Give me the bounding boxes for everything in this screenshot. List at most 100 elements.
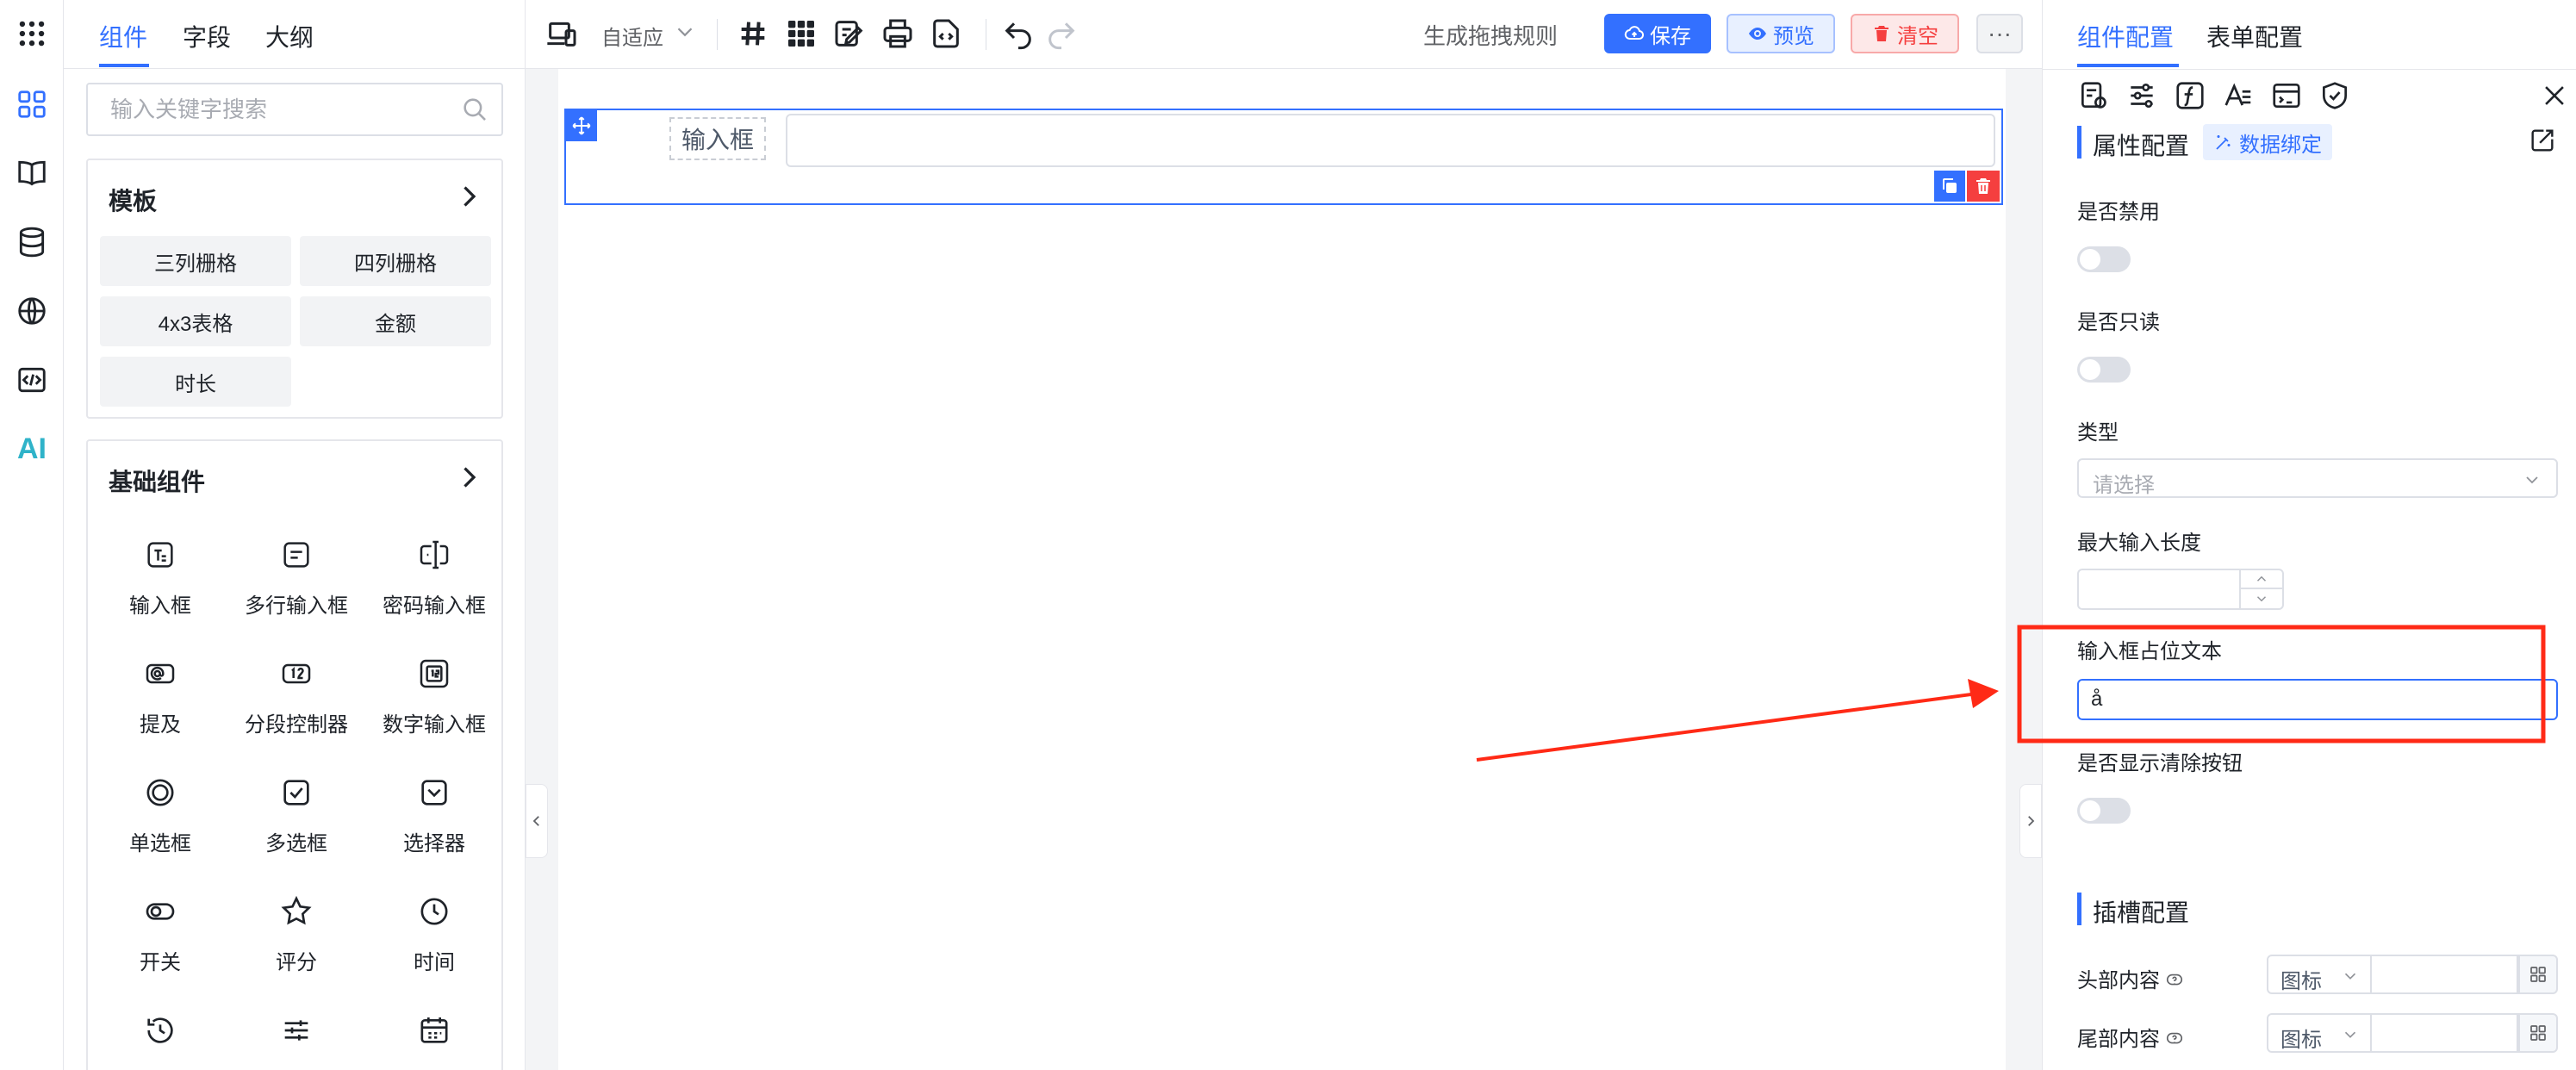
slot-header-input[interactable]	[2370, 955, 2518, 994]
delete-item-button[interactable]	[1967, 171, 2000, 202]
selected-form-item[interactable]: 输入框	[564, 109, 2003, 205]
cloud-upload-icon	[1624, 26, 1645, 40]
component-checkbox[interactable]: 多选框	[227, 770, 365, 874]
component-switch[interactable]: 开关	[91, 889, 229, 992]
search-icon[interactable]	[460, 95, 489, 124]
type-label: 类型	[2077, 421, 2119, 445]
component-rate[interactable]: 评分	[227, 889, 365, 992]
shield-check-icon[interactable]	[2318, 79, 2351, 112]
slot-header-text: 头部内容	[2077, 969, 2160, 992]
form-settings-icon[interactable]	[2077, 79, 2110, 112]
book-icon[interactable]	[12, 153, 52, 193]
tab-outline[interactable]: 大纲	[265, 19, 314, 53]
component-input[interactable]: 输入框	[91, 532, 229, 636]
ai-icon[interactable]: AI	[12, 429, 52, 469]
adjust-icon[interactable]	[2125, 79, 2158, 112]
edit-note-icon[interactable]	[832, 16, 867, 51]
text-style-icon[interactable]	[2222, 79, 2255, 112]
copy-item-button[interactable]	[1934, 171, 1965, 202]
chevron-left-icon	[532, 816, 539, 826]
component-slider[interactable]	[227, 1008, 365, 1060]
apps-grid-icon[interactable]	[784, 16, 818, 51]
preview-button[interactable]: 预览	[1727, 14, 1835, 53]
database-icon[interactable]	[12, 222, 52, 262]
search-input[interactable]	[88, 84, 450, 134]
template-duration[interactable]: 时长	[100, 357, 291, 407]
component-password[interactable]: 密码输入框	[365, 532, 503, 636]
toolbar-divider	[717, 19, 718, 50]
top-toolbar: 自适应 生成拖拽规则 保存 预览 清空 ···	[526, 0, 2042, 69]
app-grid-icon[interactable]	[12, 14, 52, 53]
star-icon	[281, 895, 312, 925]
template-amount[interactable]: 金额	[300, 296, 491, 346]
chevron-down-icon[interactable]	[672, 19, 698, 45]
field-label[interactable]: 输入框	[669, 117, 766, 160]
generate-rules-link[interactable]: 生成拖拽规则	[1423, 19, 1558, 51]
component-time-range[interactable]	[91, 1008, 229, 1060]
tab-form-config[interactable]: 表单配置	[2206, 19, 2303, 53]
template-four-column[interactable]: 四列栅格	[300, 236, 491, 286]
config-panel: 组件配置 表单配置 属性配置 数据绑定 是否禁用 是否只读 类型 请选择 最大输…	[2042, 0, 2576, 1070]
component-mention[interactable]: 提及	[91, 651, 229, 755]
clear-button[interactable]: 清空	[1851, 14, 1959, 53]
readonly-toggle[interactable]	[2077, 357, 2131, 383]
collapse-left-handle[interactable]	[526, 784, 548, 858]
maxlength-stepper[interactable]	[2239, 570, 2282, 608]
terminal-window-icon[interactable]	[2270, 79, 2303, 112]
component-time[interactable]: 时间	[365, 889, 503, 992]
question-icon[interactable]	[2165, 971, 2184, 990]
slot-footer-picker[interactable]	[2518, 1013, 2558, 1053]
chevron-right-icon[interactable]	[453, 462, 484, 493]
template-table-4x3[interactable]: 4x3表格	[100, 296, 291, 346]
globe-icon[interactable]	[12, 291, 52, 331]
adaptive-select[interactable]: 自适应	[601, 21, 663, 51]
template-group: 模板 三列栅格 四列栅格 4x3表格 金额 时长	[86, 159, 503, 419]
close-icon[interactable]	[2540, 81, 2569, 110]
disabled-toggle[interactable]	[2077, 246, 2131, 272]
placeholder-text-input[interactable]	[2079, 681, 2556, 719]
slot-header-select[interactable]: 图标	[2267, 955, 2372, 994]
increment-button[interactable]	[2241, 570, 2282, 589]
file-code-icon[interactable]	[929, 16, 963, 51]
print-icon[interactable]	[880, 16, 915, 51]
undo-icon[interactable]	[1001, 16, 1036, 51]
components-icon[interactable]	[12, 84, 52, 124]
collapse-right-handle[interactable]	[2019, 784, 2042, 858]
data-binding-button[interactable]: 数据绑定	[2203, 124, 2332, 160]
component-date[interactable]	[365, 1008, 503, 1060]
slot-footer-select[interactable]: 图标	[2267, 1013, 2372, 1053]
component-textarea[interactable]: 多行输入框	[227, 532, 365, 636]
device-icon[interactable]	[544, 16, 579, 51]
redo-icon[interactable]	[1044, 16, 1079, 51]
placeholder-text-field[interactable]	[2077, 679, 2558, 720]
template-three-column[interactable]: 三列栅格	[100, 236, 291, 286]
segmented-icon	[282, 663, 311, 684]
chevron-right-icon[interactable]	[453, 181, 484, 212]
design-canvas[interactable]	[558, 69, 2006, 1070]
code-icon[interactable]	[12, 360, 52, 400]
external-edit-icon[interactable]	[2528, 126, 2557, 155]
component-segmented[interactable]: 分段控制器	[227, 651, 365, 755]
type-select[interactable]: 请选择	[2077, 458, 2558, 498]
decrement-button[interactable]	[2241, 589, 2282, 608]
question-icon[interactable]	[2165, 1030, 2184, 1048]
hash-grid-icon[interactable]	[736, 16, 770, 51]
maxlength-input[interactable]	[2077, 569, 2284, 610]
component-select[interactable]: 选择器	[365, 770, 503, 874]
clearable-toggle[interactable]	[2077, 798, 2131, 824]
template-group-title: 模板	[109, 188, 158, 215]
component-number[interactable]: 数字输入框	[365, 651, 503, 755]
grid-icon	[2530, 967, 2546, 982]
slot-footer-input[interactable]	[2370, 1013, 2518, 1053]
tab-fields[interactable]: 字段	[183, 19, 231, 53]
move-handle[interactable]	[566, 110, 597, 141]
function-icon[interactable]	[2174, 79, 2206, 112]
component-radio[interactable]: 单选框	[91, 770, 229, 874]
more-button[interactable]: ···	[1976, 14, 2023, 53]
tab-component-config[interactable]: 组件配置	[2077, 19, 2174, 53]
tab-components[interactable]: 组件	[99, 19, 147, 53]
save-button[interactable]: 保存	[1604, 14, 1711, 53]
field-input-preview[interactable]	[786, 114, 1995, 167]
slot-header-select-value: 图标	[2280, 970, 2322, 993]
slot-header-picker[interactable]	[2518, 955, 2558, 994]
